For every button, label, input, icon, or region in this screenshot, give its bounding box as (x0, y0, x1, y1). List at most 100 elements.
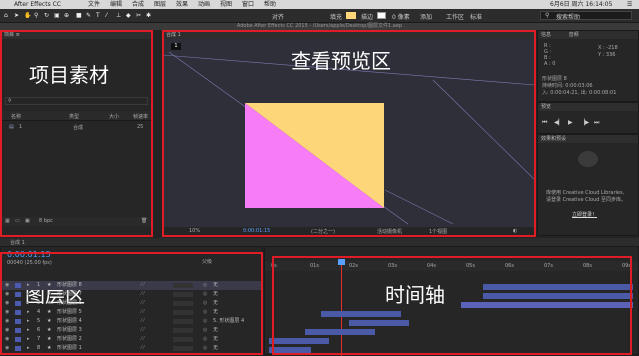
switches-icon[interactable]: ⁄ ⁄ (141, 317, 144, 326)
label-color-swatch[interactable] (15, 310, 21, 315)
parent-select[interactable]: 5. 形状图层 4 (213, 317, 244, 326)
expand-arrow-icon[interactable]: ▸ (27, 326, 30, 335)
visibility-eye-icon[interactable]: ◉ (5, 290, 9, 299)
col-size[interactable]: 大小 (109, 113, 119, 120)
expand-arrow-icon[interactable]: ▸ (27, 299, 30, 308)
timeline-comp-tab[interactable]: 合成 1 (10, 239, 25, 246)
layer-name[interactable]: 形状图层 4 (57, 317, 82, 326)
layer-bar[interactable] (483, 293, 633, 299)
layer-row[interactable]: ◉ ▸ 8 ★ 形状图层 1 ⁄ ⁄ ◎ 无 (1, 344, 262, 353)
switches-icon[interactable]: ⁄ ⁄ (141, 281, 144, 290)
layer-name[interactable]: 形状图层 6 (57, 299, 82, 308)
layer-row[interactable]: ◉ ▸ 1 ★ 形状图层 8 ⁄ ⁄ ◎ 无 (1, 281, 262, 290)
project-item[interactable]: ▤ 1 合成 25 (1, 122, 152, 131)
views-select[interactable]: 1个视图 (429, 228, 447, 235)
camera-select[interactable]: 活动摄像机 (377, 228, 402, 235)
project-tab[interactable]: 项目 ≡ (1, 31, 152, 39)
layer-row[interactable]: ◉ ▸ 2 ★ 形状图层 7 ⁄ ⁄ ◎ 无 (1, 290, 262, 299)
layer-bar[interactable] (483, 284, 633, 290)
time-ruler[interactable]: 0s 01s 02s 03s 04s 05s 06s 07s 08s 09s (265, 261, 638, 271)
switches-icon[interactable]: ⁄ ⁄ (141, 326, 144, 335)
playhead-line[interactable] (341, 261, 342, 356)
brush-tool-icon[interactable]: ⁄ (106, 12, 107, 19)
menu-file[interactable]: 文件 (88, 0, 100, 9)
menu-view[interactable]: 视图 (220, 0, 232, 9)
workspace-select[interactable]: 标准 (470, 12, 482, 21)
mode-dropdown[interactable] (173, 346, 193, 351)
visibility-eye-icon[interactable]: ◉ (5, 308, 9, 317)
layer-bar[interactable] (305, 329, 375, 335)
fill-color-swatch[interactable] (346, 12, 356, 19)
login-link[interactable]: 立即登录！ (572, 211, 597, 218)
align-label[interactable]: 对齐 (272, 12, 284, 21)
app-menu[interactable]: After Effects CC (14, 0, 61, 9)
first-frame-icon[interactable]: ⏮ (542, 119, 547, 127)
expand-arrow-icon[interactable]: ▸ (27, 308, 30, 317)
search-help-box[interactable] (540, 11, 632, 20)
pickwhip-icon[interactable]: ◎ (203, 299, 207, 308)
resolution-select[interactable]: (二分之一) (311, 228, 335, 235)
pickwhip-icon[interactable]: ◎ (203, 344, 207, 353)
menu-layer[interactable]: 图层 (154, 0, 166, 9)
menu-list-icon[interactable]: ☰ (627, 0, 632, 9)
switches-icon[interactable]: ⁄ ⁄ (141, 299, 144, 308)
pen-tool-icon[interactable]: ✎ (86, 12, 91, 19)
col-type[interactable]: 类型 (69, 113, 79, 120)
rectangle-tool-icon[interactable]: ■ (76, 12, 82, 19)
mode-dropdown[interactable] (173, 310, 193, 315)
pickwhip-icon[interactable]: ◎ (203, 308, 207, 317)
pickwhip-icon[interactable]: ◎ (203, 317, 207, 326)
zoom-tool-icon[interactable]: ⚲ (34, 12, 38, 19)
stamp-tool-icon[interactable]: ⊥ (116, 12, 121, 19)
info-tab[interactable]: 信息 (541, 32, 551, 38)
mode-dropdown[interactable] (173, 319, 193, 324)
interpret-footage-icon[interactable]: ▦ (5, 218, 10, 224)
pickwhip-icon[interactable]: ◎ (203, 335, 207, 344)
parent-select[interactable]: 无 (213, 308, 218, 317)
layer-name[interactable]: 形状图层 1 (57, 344, 82, 353)
stroke-label[interactable]: 描边 (361, 12, 373, 21)
text-tool-icon[interactable]: T (96, 12, 100, 19)
parent-select[interactable]: 无 (213, 281, 218, 290)
layer-row[interactable]: ◉ ▸ 3 ★ 形状图层 6 ⁄ ⁄ ◎ 无 (1, 299, 262, 308)
label-color-swatch[interactable] (15, 319, 21, 324)
col-name[interactable]: 名称 (11, 113, 21, 120)
parent-select[interactable]: 无 (213, 299, 218, 308)
last-frame-icon[interactable]: ⏭ (594, 119, 599, 127)
switches-icon[interactable]: ⁄ ⁄ (141, 308, 144, 317)
layer-name[interactable]: 形状图层 2 (57, 335, 82, 344)
audio-tab[interactable]: 音频 (569, 32, 579, 38)
layer-bar[interactable] (269, 338, 329, 344)
roto-tool-icon[interactable]: ✂ (136, 12, 141, 19)
switches-icon[interactable]: ⁄ ⁄ (141, 344, 144, 353)
parent-select[interactable]: 无 (213, 290, 218, 299)
visibility-eye-icon[interactable]: ◉ (5, 281, 9, 290)
pickwhip-icon[interactable]: ◎ (203, 290, 207, 299)
label-color-swatch[interactable] (15, 337, 21, 342)
parent-column-header[interactable]: 父级 (202, 258, 212, 265)
pickwhip-icon[interactable]: ◎ (203, 281, 207, 290)
timeline-timecode[interactable]: 0:00:01:15 (7, 250, 51, 259)
label-color-swatch[interactable] (15, 292, 21, 297)
visibility-eye-icon[interactable]: ◉ (5, 326, 9, 335)
switches-icon[interactable]: ⁄ ⁄ (141, 335, 144, 344)
viewer-timecode[interactable]: 0:00:01:15 (243, 228, 270, 234)
layer-row[interactable]: ◉ ▸ 7 ★ 形状图层 2 ⁄ ⁄ ◎ 无 (1, 335, 262, 344)
trash-icon[interactable]: 🗑 (141, 218, 147, 224)
label-color-swatch[interactable] (15, 328, 21, 333)
exposure-icon[interactable]: ◐ (513, 228, 517, 234)
play-icon[interactable]: ▶ (568, 119, 573, 126)
pickwhip-icon[interactable]: ◎ (203, 326, 207, 335)
add-label[interactable]: 添加 (420, 12, 432, 21)
parent-select[interactable]: 无 (213, 335, 218, 344)
visibility-eye-icon[interactable]: ◉ (5, 344, 9, 353)
layer-bar[interactable] (349, 320, 409, 326)
visibility-eye-icon[interactable]: ◉ (5, 299, 9, 308)
label-color-swatch[interactable] (15, 301, 21, 306)
layer-bar[interactable] (321, 311, 401, 317)
layer-name[interactable]: 形状图层 8 (57, 281, 82, 290)
mode-dropdown[interactable] (173, 283, 193, 288)
layer-name[interactable]: 形状图层 5 (57, 308, 82, 317)
comp-tab[interactable]: 合成 1 (163, 31, 535, 39)
fill-label[interactable]: 填充 (330, 12, 342, 21)
